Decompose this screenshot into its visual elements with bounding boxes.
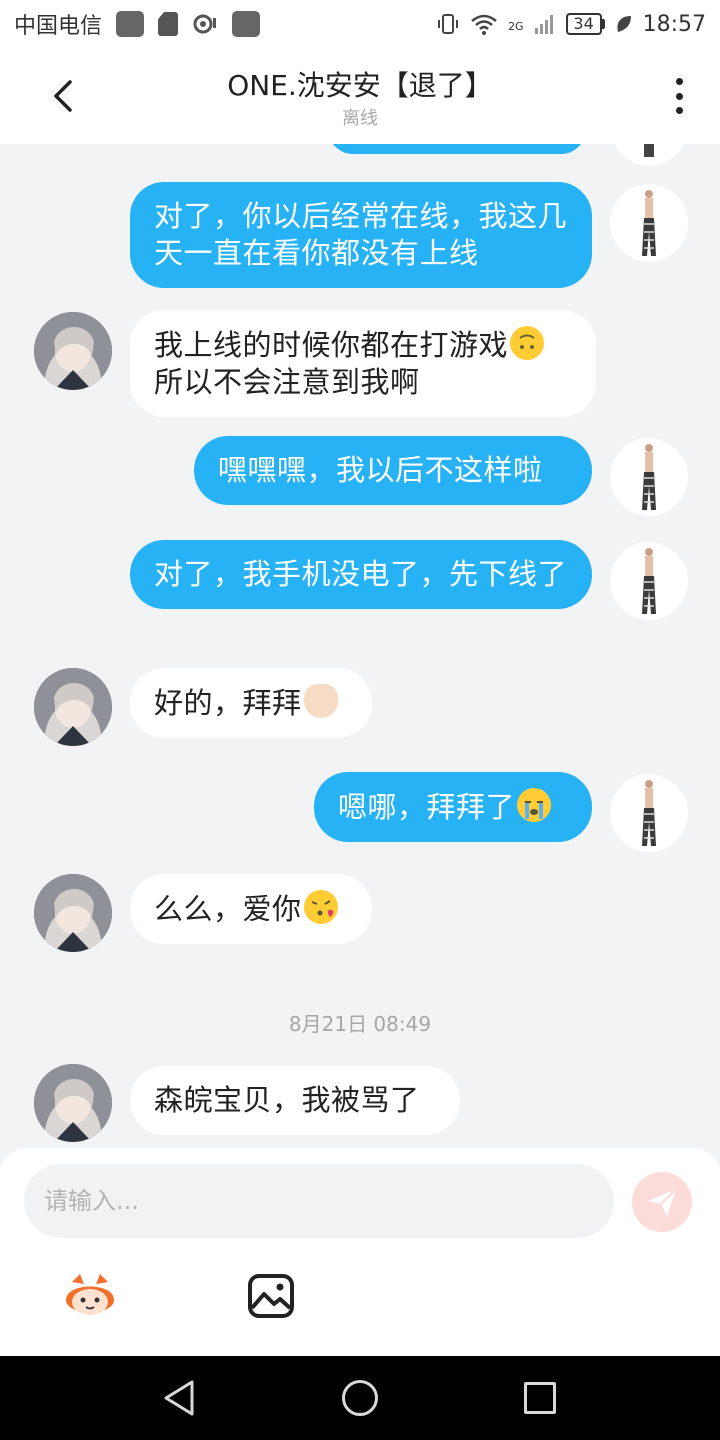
composer: [0, 1148, 720, 1356]
message-bubble-partial[interactable]: [328, 144, 586, 154]
message-text-line2: 所以不会注意到我啊: [154, 365, 420, 399]
my-avatar[interactable]: [610, 144, 688, 166]
paper-plane-icon: [648, 1188, 677, 1216]
message-text: 好的，拜拜: [154, 686, 302, 720]
network-type: 2G: [508, 19, 524, 33]
app-notification-icon-2: [232, 11, 261, 37]
signal-icon: [534, 15, 553, 34]
my-avatar[interactable]: [610, 542, 688, 620]
message-bubble[interactable]: 对了，你以后经常在线，我这几天一直在看你都没有上线: [130, 182, 592, 288]
battery-level: 34: [565, 13, 602, 35]
nav-recent-apps-icon[interactable]: [524, 1382, 556, 1414]
message-bubble[interactable]: 森皖宝贝，我被骂了: [130, 1066, 460, 1135]
message-text: 我上线的时候你都在打游戏: [154, 328, 509, 362]
message-text: 森皖宝贝，我被骂了: [154, 1083, 420, 1117]
more-options-icon[interactable]: [674, 78, 684, 114]
chat-header: ONE.沈安安【退了】 离线: [0, 48, 720, 144]
contact-avatar[interactable]: [34, 668, 112, 746]
message-text: 嗯哪，拜拜了: [338, 790, 516, 824]
clock: 18:57: [642, 11, 706, 37]
waving-hand-icon: [303, 684, 338, 718]
my-avatar[interactable]: [610, 438, 688, 516]
location-icon: [193, 14, 217, 34]
message-timestamp: 8月21日 08:49: [288, 1012, 432, 1036]
battery-indicator: 34: [565, 13, 605, 35]
status-left: 中国电信: [14, 8, 261, 40]
contact-avatar[interactable]: [34, 874, 112, 952]
kissing-heart-icon: [303, 890, 338, 924]
message-bubble[interactable]: 我上线的时候你都在打游戏 所以不会注意到我啊: [130, 310, 596, 417]
message-bubble[interactable]: 嘿嘿嘿，我以后不这样啦: [194, 436, 592, 505]
nav-home-icon[interactable]: [342, 1380, 378, 1416]
sticker-mascot-icon[interactable]: [62, 1272, 118, 1320]
my-avatar[interactable]: [610, 774, 688, 852]
crying-face-icon: [517, 788, 552, 822]
message-input[interactable]: [24, 1164, 614, 1238]
status-bar: 中国电信 2G 34 18:57: [0, 0, 720, 48]
wifi-icon: [471, 14, 497, 35]
contact-avatar[interactable]: [34, 312, 112, 390]
sd-card-icon: [158, 12, 179, 36]
message-text: 对了，我手机没电了，先下线了: [154, 557, 568, 591]
message-text: 对了，你以后经常在线，我这几天一直在看你都没有上线: [154, 199, 568, 270]
contact-status: 离线: [342, 108, 378, 129]
battery-tip: [601, 19, 605, 29]
image-picker-icon[interactable]: [244, 1272, 300, 1320]
leaf-icon: [617, 16, 631, 32]
app-notification-icon: [116, 11, 145, 37]
carrier-name: 中国电信: [14, 14, 103, 39]
status-right: 2G 34 18:57: [436, 12, 706, 37]
message-text: 嘿嘿嘿，我以后不这样啦: [218, 453, 543, 487]
message-text: 么么，爱你: [154, 892, 302, 926]
contact-avatar[interactable]: [34, 1064, 112, 1142]
message-bubble[interactable]: 么么，爱你: [130, 874, 372, 944]
my-avatar[interactable]: [610, 184, 688, 262]
system-nav-bar: [0, 1356, 720, 1440]
message-list[interactable]: 对了，你以后经常在线，我这几天一直在看你都没有上线 我上线的时候你都在打游戏 所…: [0, 144, 720, 1148]
message-bubble[interactable]: 好的，拜拜: [130, 668, 372, 738]
nav-back-icon[interactable]: [160, 1378, 200, 1418]
vibrate-icon: [438, 14, 459, 34]
message-bubble[interactable]: 嗯哪，拜拜了: [314, 772, 592, 842]
message-bubble[interactable]: 对了，我手机没电了，先下线了: [130, 540, 592, 609]
upside-down-face-icon: [510, 326, 545, 360]
contact-name: ONE.沈安安【退了】: [227, 69, 493, 102]
send-button[interactable]: [632, 1172, 692, 1232]
